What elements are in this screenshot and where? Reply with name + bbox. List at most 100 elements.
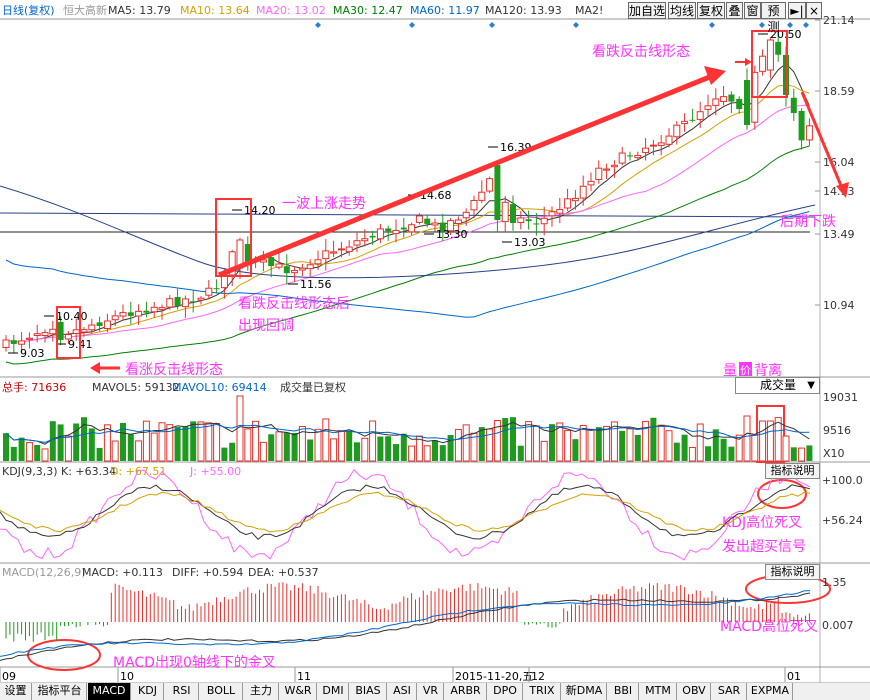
volume-bar (322, 418, 330, 462)
volume-bar (619, 430, 626, 461)
toolbar-button[interactable]: 复权 (697, 2, 725, 19)
candle-body (72, 329, 80, 334)
macd-help-button[interactable]: 指标说明 (765, 564, 820, 580)
price-extreme-label: 13.30 (436, 228, 468, 241)
volume-axis-label: 19031 (823, 391, 858, 404)
volume-bar (774, 417, 782, 462)
macd-header-item: DEA: +0.537 (248, 566, 319, 579)
chart-period-label: 日线(复权) (2, 3, 55, 17)
kdj-header-item: KDJ(9,3,3) K: +63.34 (2, 465, 116, 478)
indicator-tab[interactable]: DPO (488, 683, 523, 700)
indicator-tab[interactable]: 指标平台 (33, 683, 87, 700)
candle-body (720, 96, 728, 102)
indicator-tab[interactable]: W&R (280, 683, 317, 700)
candle-body (525, 219, 532, 222)
candle-body (533, 223, 540, 225)
candle-body (642, 147, 650, 154)
candle-body (345, 246, 353, 253)
annotation-bearish-counterattack-top: 看跌反击线形态 (592, 44, 690, 60)
candle-body (759, 55, 767, 72)
indicator-tab[interactable]: BBI (608, 683, 639, 700)
candle-body (322, 250, 330, 260)
candle-body (728, 94, 735, 102)
volume-bar (751, 434, 759, 462)
volume-bar (696, 423, 704, 462)
indicator-tab[interactable]: KDJ (132, 683, 164, 700)
volume-bar (158, 422, 166, 462)
indicator-tab-bar: 设置 指标平台 MACD KDJ RSI BOLL 主力 W&R DMI BIAS ASI VR ARB… (0, 683, 870, 700)
indicator-tab[interactable]: 新DMA (562, 683, 607, 700)
kdj-help-button[interactable]: 指标说明 (765, 463, 820, 479)
indicator-tab[interactable]: ARBR (445, 683, 487, 700)
volume-bar (681, 434, 688, 461)
candle-body (657, 142, 665, 146)
indicator-tab[interactable]: BOLL (200, 683, 243, 700)
annotation-overbought-signal: 发出超买信号 (722, 539, 806, 555)
indicator-tab[interactable]: MACD (88, 683, 131, 700)
indicator-tab[interactable]: VR (418, 683, 444, 700)
candle-body (712, 98, 720, 106)
candle-body (103, 320, 111, 330)
indicator-tab[interactable]: ASI (388, 683, 417, 700)
annotation-badge-text: 价 (740, 364, 751, 377)
close-icon[interactable]: × (806, 2, 822, 19)
indicator-tab[interactable]: 设置 (0, 683, 32, 700)
volume-bar (759, 420, 767, 462)
indicator-tab[interactable]: EXPMA (748, 683, 793, 700)
volume-bar (205, 422, 213, 462)
volume-bar (275, 431, 283, 462)
price-axis-label: 21.14 (823, 14, 855, 27)
volume-indicator-select[interactable]: 成交量 ▼ (735, 377, 820, 394)
volume-bar (743, 415, 751, 462)
volume-header-item: MAVOL5: 59132 (92, 381, 180, 394)
candle-body (766, 39, 774, 71)
indicator-tab[interactable]: TRIX (524, 683, 561, 700)
indicator-tab[interactable]: BIAS (350, 683, 387, 700)
candle-body (337, 248, 345, 251)
candle-body (603, 168, 611, 171)
date-label: 10 (120, 670, 134, 683)
candle-body (634, 154, 642, 159)
price-extreme-label: 9.03 (20, 347, 45, 360)
volume-bar (540, 440, 548, 462)
candle-body (306, 264, 314, 270)
volume-bar (64, 435, 72, 462)
kdj-header-item: J: +55.00 (189, 465, 241, 478)
chart-canvas: 日线(复权) 恒大高新 MA5: 13.79 MA10: 13.64 MA20: 1… (0, 0, 870, 700)
toolbar-button[interactable]: 叠 (726, 2, 743, 19)
volume-bar (221, 447, 228, 461)
indicator-tab[interactable]: 主力 (244, 683, 279, 700)
volume-bar (603, 425, 611, 462)
candle-body (517, 217, 525, 223)
toolbar-button[interactable]: 加自选 (628, 2, 666, 19)
indicator-tab[interactable]: RSI (165, 683, 199, 700)
price-axis-label: 18.59 (823, 85, 855, 98)
volume-bar (572, 439, 579, 461)
toolbar-button[interactable]: 窗 (744, 2, 761, 19)
volume-bar (10, 446, 17, 461)
candle-body (80, 329, 88, 333)
indicator-tab[interactable]: DMI (318, 683, 349, 700)
candle-body (385, 228, 392, 232)
volume-bar (587, 428, 595, 462)
toolbar-button[interactable]: 均线 (668, 2, 696, 19)
volume-bar (377, 436, 384, 461)
candle-body (564, 198, 572, 209)
indicator-tab[interactable]: OBV (678, 683, 711, 700)
volume-bar (182, 426, 189, 461)
volume-bar (283, 432, 290, 461)
volume-bar (291, 433, 298, 461)
macd-axis-label: 0.007 (822, 619, 854, 632)
toolbar-button[interactable]: 预测 (761, 2, 786, 34)
volume-bar (314, 428, 322, 462)
kdj-header: KDJ(9,3,3) K: +63.34D: +67.51 J: +55.00 (2, 465, 241, 478)
candle-body (143, 310, 150, 313)
indicator-tab[interactable]: MTM (640, 683, 677, 700)
arrow-toggle-icon[interactable]: ►| (788, 2, 806, 19)
volume-bar (229, 442, 236, 461)
volume-bar (610, 421, 618, 462)
kdj-axis-label: +56.24 (822, 514, 863, 527)
volume-bar (354, 442, 360, 461)
indicator-tab[interactable]: SAR (712, 683, 747, 700)
candle-body (736, 98, 743, 110)
